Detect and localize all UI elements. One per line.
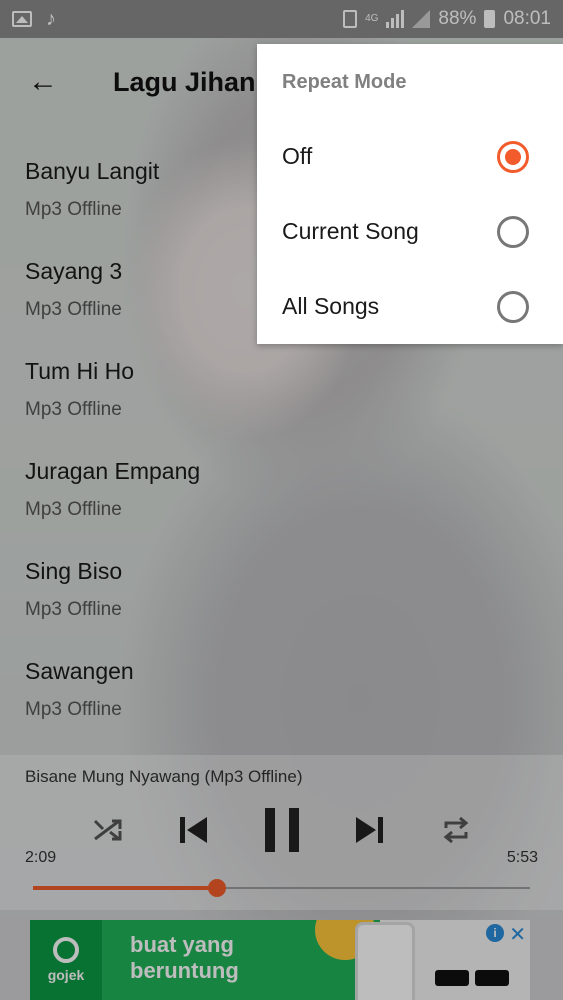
radio-button[interactable]	[497, 215, 529, 248]
option-label: Current Song	[282, 218, 419, 244]
dialog-title: Repeat Mode	[282, 71, 407, 93]
repeat-option-all-songs[interactable]: All Songs	[257, 269, 563, 344]
repeat-option-off[interactable]: Off	[257, 119, 563, 194]
repeat-option-current-song[interactable]: Current Song	[257, 194, 563, 269]
option-label: Off	[282, 143, 313, 169]
radio-button[interactable]	[497, 290, 529, 323]
repeat-mode-dialog: Repeat Mode Off Current Song All Songs	[257, 44, 563, 344]
radio-button[interactable]	[497, 140, 529, 173]
option-label: All Songs	[282, 293, 380, 319]
